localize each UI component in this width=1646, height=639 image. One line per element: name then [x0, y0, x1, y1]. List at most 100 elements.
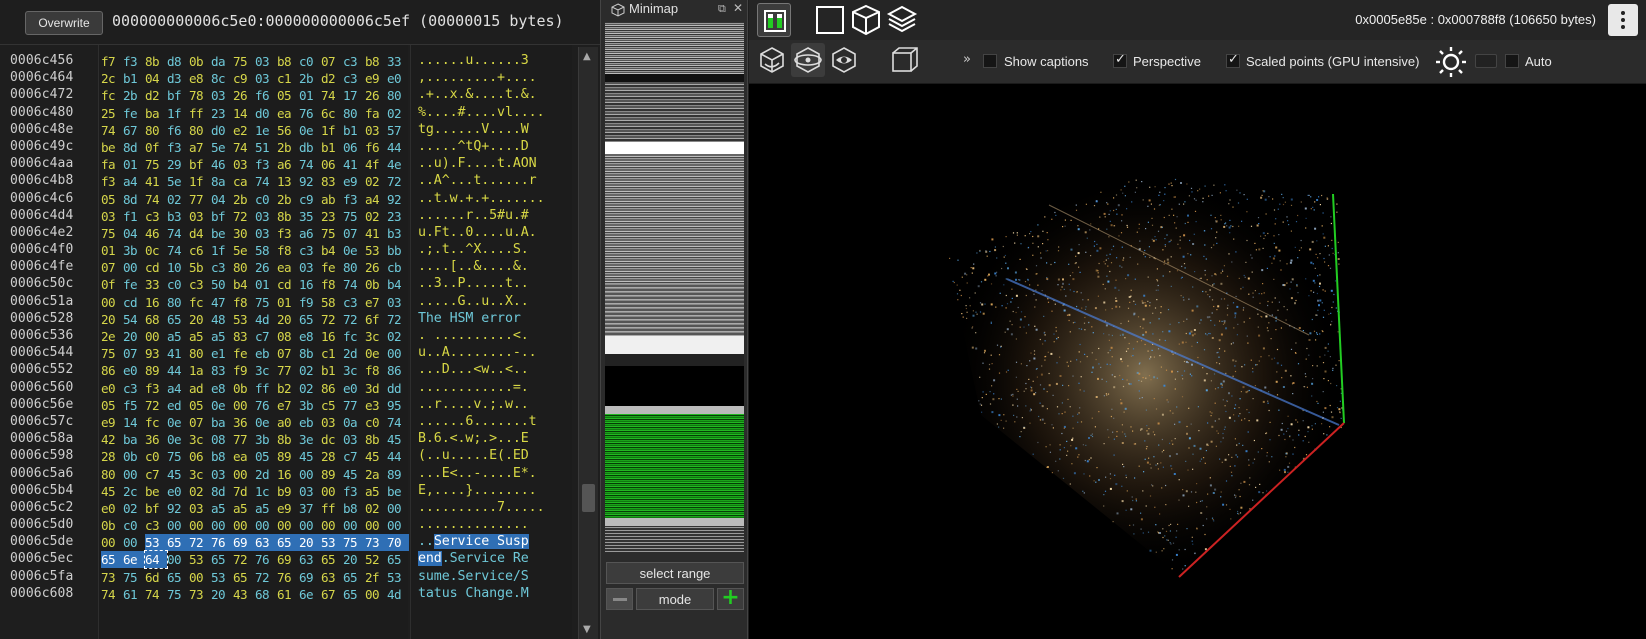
hex-byte[interactable]: b2: [277, 380, 299, 397]
hex-byte[interactable]: f3: [343, 483, 365, 500]
hex-byte[interactable]: 01: [277, 294, 299, 311]
hex-byte[interactable]: 77: [233, 431, 255, 448]
hex-byte[interactable]: a7: [189, 139, 211, 156]
hex-byte[interactable]: 8b: [299, 345, 321, 362]
hex-byte[interactable]: 93: [145, 345, 167, 362]
hex-byte[interactable]: db: [299, 139, 321, 156]
hex-byte[interactable]: 63: [321, 569, 343, 586]
hex-byte[interactable]: e0: [387, 70, 409, 87]
hex-byte[interactable]: 02: [299, 380, 321, 397]
hex-byte[interactable]: 72: [387, 173, 409, 190]
hex-byte[interactable]: f3: [101, 173, 123, 190]
minus-button[interactable]: [606, 588, 633, 610]
hex-byte[interactable]: 68: [145, 311, 167, 328]
hex-byte[interactable]: 0b: [123, 448, 145, 465]
row-bytes[interactable]: 07 00 cd 10 5b c3 80 26 ea 03 fe 80 26 cb: [101, 258, 409, 276]
overwrite-button[interactable]: Overwrite: [25, 11, 103, 35]
hex-byte[interactable]: 75: [343, 208, 365, 225]
hex-byte[interactable]: 61: [277, 586, 299, 603]
hex-byte[interactable]: 44: [387, 448, 409, 465]
hex-byte[interactable]: 04: [211, 191, 233, 208]
hex-byte[interactable]: 05: [189, 397, 211, 414]
hex-row[interactable]: 0006c48e 74 67 80 f6 80 d0 e2 1e 56 0e 1f b1 03 57 tg..…: [0, 121, 600, 138]
hex-byte[interactable]: 03: [365, 122, 387, 139]
row-bytes[interactable]: 00 00 53 65 72 76 69 63 65 20 53 75 73 70: [101, 533, 409, 552]
hex-byte[interactable]: 1f: [189, 173, 211, 190]
hex-byte[interactable]: dc: [321, 431, 343, 448]
hex-byte[interactable]: 3c: [189, 466, 211, 483]
hex-byte[interactable]: 74: [255, 173, 277, 190]
hex-byte[interactable]: b4: [321, 242, 343, 259]
hex-byte[interactable]: f9: [299, 294, 321, 311]
row-bytes[interactable]: e9 14 fc 0e 07 ba 36 0e a0 eb 03 0a c0 74: [101, 413, 409, 431]
hex-byte[interactable]: 80: [189, 345, 211, 362]
hex-byte[interactable]: e0: [101, 380, 123, 397]
hex-byte[interactable]: a0: [277, 414, 299, 431]
hex-byte[interactable]: 80: [343, 105, 365, 122]
hex-byte[interactable]: 02: [189, 483, 211, 500]
hex-byte[interactable]: 04: [145, 70, 167, 87]
hex-byte[interactable]: d2: [321, 70, 343, 87]
hex-byte[interactable]: 05: [255, 448, 277, 465]
hex-byte[interactable]: c3: [343, 294, 365, 311]
hex-byte[interactable]: 72: [255, 569, 277, 586]
hex-byte[interactable]: ff: [321, 500, 343, 517]
hex-byte[interactable]: a4: [167, 380, 189, 397]
hex-byte[interactable]: 0b: [365, 276, 387, 293]
hex-row[interactable]: 0006c50c 0f fe 33 c0 c3 50 b4 01 cd 16 f8 74 0b b4 ..3.…: [0, 275, 600, 292]
hex-byte[interactable]: fc: [101, 87, 123, 104]
hex-row[interactable]: 0006c58a 42 ba 36 0e 3c 08 77 3b 8b 3e dc 03 8b 45 B.6.…: [0, 430, 600, 447]
hex-byte[interactable]: 42: [101, 431, 123, 448]
hex-byte[interactable]: 03: [211, 87, 233, 104]
hex-byte[interactable]: bf: [189, 156, 211, 173]
hex-byte[interactable]: be: [145, 483, 167, 500]
hex-byte[interactable]: 4f: [365, 156, 387, 173]
hex-byte[interactable]: e9: [277, 500, 299, 517]
hex-byte[interactable]: 00: [123, 534, 145, 551]
hex-byte[interactable]: e0: [343, 380, 365, 397]
hex-byte[interactable]: 1f: [321, 122, 343, 139]
hex-byte[interactable]: 3c: [189, 431, 211, 448]
hex-byte[interactable]: e8: [211, 380, 233, 397]
hex-byte[interactable]: ad: [189, 380, 211, 397]
hex-byte[interactable]: 65: [299, 311, 321, 328]
row-ascii[interactable]: ..t.w.+.+.......: [418, 190, 545, 207]
hex-byte[interactable]: c0: [365, 414, 387, 431]
hex-byte[interactable]: 76: [255, 551, 277, 568]
row-bytes[interactable]: f3 a4 41 5e 1f 8a ca 74 13 92 83 e9 02 72: [101, 172, 409, 190]
hex-byte[interactable]: be: [211, 225, 233, 242]
hex-byte[interactable]: 29: [167, 156, 189, 173]
hex-byte[interactable]: 0a: [343, 414, 365, 431]
hex-byte[interactable]: a5: [211, 500, 233, 517]
hex-byte[interactable]: ed: [167, 397, 189, 414]
hex-byte[interactable]: 25: [101, 105, 123, 122]
hex-byte[interactable]: 00: [189, 569, 211, 586]
hex-byte[interactable]: 46: [211, 156, 233, 173]
hex-byte[interactable]: d0: [255, 105, 277, 122]
hex-byte[interactable]: 95: [387, 397, 409, 414]
hex-byte[interactable]: b8: [343, 500, 365, 517]
hex-byte[interactable]: 43: [233, 586, 255, 603]
hex-byte[interactable]: 41: [365, 225, 387, 242]
hex-byte[interactable]: 0b: [233, 380, 255, 397]
hex-byte[interactable]: a4: [365, 191, 387, 208]
hex-row[interactable]: 0006c4fe 07 00 cd 10 5b c3 80 26 ea 03 fe 80 26 cb....…: [0, 258, 600, 275]
hex-byte[interactable]: 72: [189, 534, 211, 552]
hex-byte[interactable]: c0: [299, 53, 321, 70]
hex-byte[interactable]: fa: [365, 105, 387, 122]
hex-byte[interactable]: f3: [167, 139, 189, 156]
hex-byte[interactable]: 17: [343, 87, 365, 104]
hex-byte[interactable]: 7d: [233, 483, 255, 500]
hex-byte[interactable]: 45: [343, 466, 365, 483]
hex-byte[interactable]: 89: [387, 466, 409, 483]
hex-byte[interactable]: 69: [277, 551, 299, 568]
menu-button[interactable]: [1608, 4, 1638, 36]
hex-byte[interactable]: 2d: [255, 466, 277, 483]
hex-byte[interactable]: 07: [321, 53, 343, 70]
row-bytes[interactable]: 45 2c be e0 02 8d 7d 1c b9 03 00 f3 a5 be: [101, 482, 409, 500]
row-ascii[interactable]: ......r..5#u.#: [418, 207, 529, 224]
hex-row[interactable]: 0006c49c be 8d 0f f3 a7 5e 74 51 2b db b1 06 f6 44....…: [0, 138, 600, 155]
row-ascii[interactable]: B.6.<.w;.>...E: [418, 430, 529, 447]
auto-checkbox[interactable]: [1505, 54, 1519, 68]
row-bytes[interactable]: 86 e0 89 44 1a 83 f9 3c 77 02 b1 3c f8 86: [101, 361, 409, 379]
